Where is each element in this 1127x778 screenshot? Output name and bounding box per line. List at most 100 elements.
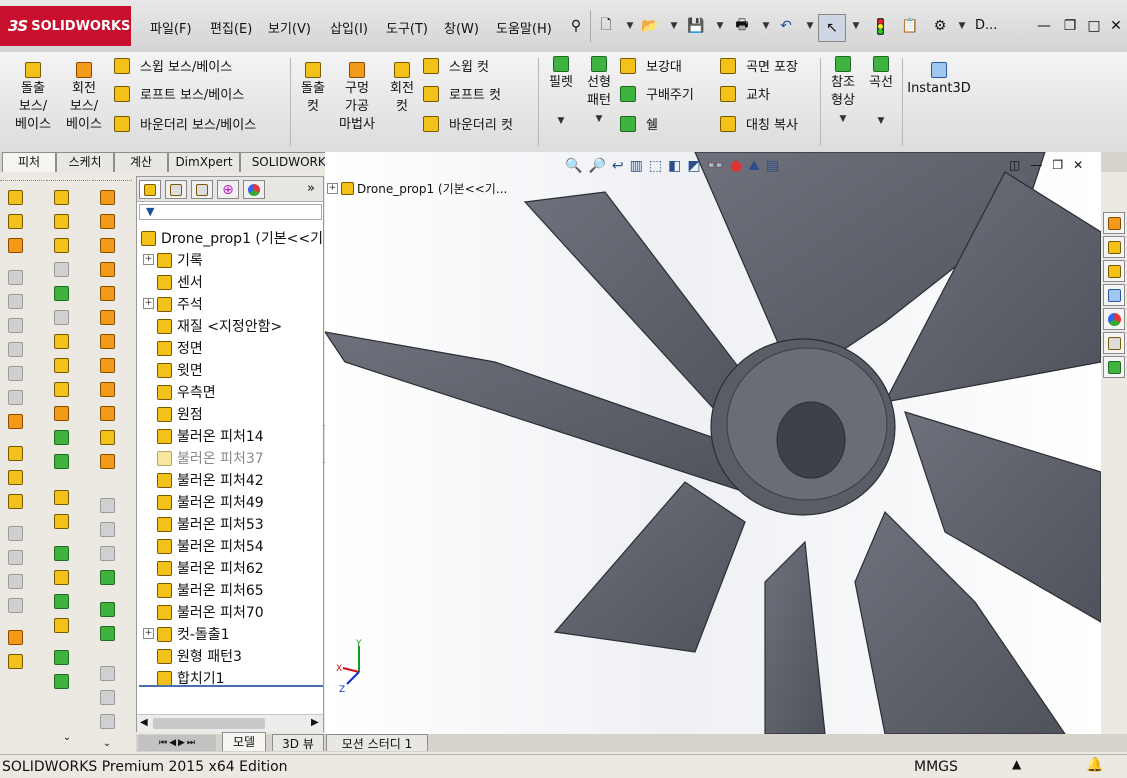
tree-item[interactable]: 불러온 피처14 bbox=[157, 426, 264, 446]
zoom-area-icon[interactable]: 🔎 bbox=[588, 158, 605, 174]
tree-root-part[interactable]: Drone_prop1 (기본<<기 bbox=[141, 228, 323, 248]
tool-icon[interactable] bbox=[6, 628, 24, 646]
expand-icon[interactable]: + bbox=[327, 183, 338, 194]
tree-item[interactable]: 불러온 피처54 bbox=[157, 536, 264, 556]
reference-geometry-button[interactable]: 참조 형상 ▼ bbox=[826, 56, 860, 128]
new-dropdown-icon[interactable]: ▼ bbox=[620, 16, 640, 36]
select-dropdown-icon[interactable]: ▼ bbox=[846, 16, 866, 36]
tool-icon[interactable] bbox=[98, 428, 116, 446]
tool-icon[interactable] bbox=[98, 260, 116, 278]
tree-item[interactable]: + 컷-돌출1 bbox=[143, 624, 230, 644]
chevron-down-icon[interactable]: ⌄ bbox=[58, 728, 76, 746]
draft-button[interactable]: 구배주기 bbox=[620, 84, 694, 103]
prev-tab-icon[interactable]: ◀ bbox=[169, 738, 176, 748]
rib-button[interactable]: 보강대 bbox=[620, 56, 682, 75]
tool-icon[interactable] bbox=[98, 544, 116, 562]
first-tab-icon[interactable]: ⏮ bbox=[159, 738, 167, 748]
open-folder-icon[interactable]: 📂 bbox=[640, 16, 660, 36]
menu-view[interactable]: 보기(V) bbox=[268, 18, 311, 37]
last-tab-icon[interactable]: ⏭ bbox=[187, 738, 195, 748]
tool-icon[interactable] bbox=[52, 452, 70, 470]
tool-icon[interactable] bbox=[6, 388, 24, 406]
solidworks-resources-icon[interactable] bbox=[1103, 212, 1125, 234]
horizontal-scrollbar[interactable]: ◀ ▶ bbox=[137, 714, 323, 732]
file-properties-icon[interactable]: 📋 bbox=[900, 16, 920, 36]
custom-properties-icon[interactable] bbox=[1103, 332, 1125, 354]
tool-icon[interactable] bbox=[98, 212, 116, 230]
undo-icon[interactable]: ↶ bbox=[776, 16, 796, 36]
chevron-down-icon[interactable]: ⌄ bbox=[98, 734, 116, 752]
tool-icon[interactable] bbox=[52, 568, 70, 586]
tool-icon[interactable] bbox=[6, 316, 24, 334]
view-orientation-icon[interactable]: ◧ bbox=[668, 158, 681, 174]
print-icon[interactable]: 🖶 bbox=[732, 16, 752, 36]
expand-icon[interactable]: + bbox=[143, 298, 154, 309]
feature-tree-tab-icon[interactable] bbox=[139, 180, 161, 199]
tree-item[interactable]: 정면 bbox=[157, 338, 203, 358]
save-dropdown-icon[interactable]: ▼ bbox=[710, 16, 730, 36]
boundary-boss-button[interactable]: 바운더리 보스/베이스 bbox=[114, 114, 256, 133]
pattern-dropdown-icon[interactable]: ▼ bbox=[582, 110, 616, 128]
tool-icon[interactable] bbox=[98, 404, 116, 422]
tool-icon[interactable] bbox=[98, 284, 116, 302]
refgeom-dropdown-icon[interactable]: ▼ bbox=[826, 110, 860, 128]
view-settings-icon[interactable]: ▤ bbox=[766, 158, 779, 174]
tool-icon[interactable] bbox=[52, 212, 70, 230]
menu-tools[interactable]: 도구(T) bbox=[386, 18, 428, 37]
save-icon[interactable]: 💾 bbox=[686, 16, 706, 36]
open-dropdown-icon[interactable]: ▼ bbox=[664, 16, 684, 36]
tool-icon[interactable] bbox=[98, 188, 116, 206]
tool-icon[interactable] bbox=[98, 356, 116, 374]
swept-cut-button[interactable]: 스윕 컷 bbox=[423, 56, 489, 75]
linear-pattern-button[interactable]: 선형 패턴 ▼ bbox=[582, 56, 616, 128]
mirror-button[interactable]: 대칭 복사 bbox=[720, 114, 798, 133]
file-explorer-icon[interactable] bbox=[1103, 260, 1125, 282]
options-dropdown-icon[interactable]: ▼ bbox=[952, 16, 972, 36]
menu-insert[interactable]: 삽입(I) bbox=[330, 18, 368, 37]
tool-icon[interactable] bbox=[52, 616, 70, 634]
tool-icon[interactable] bbox=[98, 380, 116, 398]
tool-icon[interactable] bbox=[6, 412, 24, 430]
hide-show-items-icon[interactable]: 👓 bbox=[707, 158, 724, 174]
tool-icon[interactable] bbox=[98, 452, 116, 470]
view-palette-icon[interactable] bbox=[1103, 284, 1125, 306]
tool-icon[interactable] bbox=[98, 496, 116, 514]
tool-icon[interactable] bbox=[52, 512, 70, 530]
dimxpert-manager-tab-icon[interactable]: ⊕ bbox=[217, 180, 239, 199]
revolve-cut-button[interactable]: 회전 컷 bbox=[384, 62, 420, 116]
select-pointer-icon[interactable]: ↖ bbox=[818, 14, 846, 42]
swept-boss-button[interactable]: 스윕 보스/베이스 bbox=[114, 56, 232, 75]
extrude-boss-button[interactable]: 돌출 보스/ 베이스 bbox=[10, 62, 56, 134]
tool-icon[interactable] bbox=[6, 652, 24, 670]
scroll-thumb[interactable] bbox=[153, 718, 265, 729]
undo-dropdown-icon[interactable]: ▼ bbox=[800, 16, 820, 36]
restore-icon[interactable]: ❐ bbox=[1060, 16, 1080, 36]
revolve-boss-button[interactable]: 회전 보스/ 베이스 bbox=[60, 62, 108, 134]
tool-icon[interactable] bbox=[6, 596, 24, 614]
fillet-button[interactable]: 필렛 ▼ bbox=[544, 56, 578, 130]
tree-item[interactable]: 불러온 피처37 bbox=[157, 448, 264, 468]
curves-dropdown-icon[interactable]: ▼ bbox=[864, 112, 898, 130]
tree-item[interactable]: 윗면 bbox=[157, 360, 203, 380]
tree-item[interactable]: 불러온 피처53 bbox=[157, 514, 264, 534]
pin-icon[interactable]: ⚲ bbox=[566, 16, 586, 36]
edit-appearance-icon[interactable]: ● bbox=[730, 158, 742, 174]
rebuild-traffic-light-icon[interactable] bbox=[870, 16, 890, 36]
tree-item[interactable]: 불러온 피처42 bbox=[157, 470, 264, 490]
print-dropdown-icon[interactable]: ▼ bbox=[756, 16, 776, 36]
solidworks-logo[interactable]: 3S SOLIDWORKS bbox=[0, 6, 131, 46]
maximize-icon[interactable]: □ bbox=[1084, 16, 1104, 36]
curves-button[interactable]: 곡선 ▼ bbox=[864, 56, 898, 130]
boundary-cut-button[interactable]: 바운더리 컷 bbox=[423, 114, 513, 133]
shell-button[interactable]: 쉘 bbox=[620, 114, 658, 133]
more-tabs-icon[interactable]: » bbox=[307, 181, 315, 196]
tool-icon[interactable] bbox=[52, 284, 70, 302]
tool-icon[interactable] bbox=[6, 492, 24, 510]
tool-icon[interactable] bbox=[98, 332, 116, 350]
tool-icon[interactable] bbox=[98, 712, 116, 730]
tool-icon[interactable] bbox=[6, 212, 24, 230]
tool-icon[interactable] bbox=[52, 648, 70, 666]
tab-motion-study[interactable]: 모션 스터디 1 bbox=[326, 734, 428, 751]
fillet-dropdown-icon[interactable]: ▼ bbox=[544, 112, 578, 130]
appearances-scenes-icon[interactable] bbox=[1103, 308, 1125, 330]
